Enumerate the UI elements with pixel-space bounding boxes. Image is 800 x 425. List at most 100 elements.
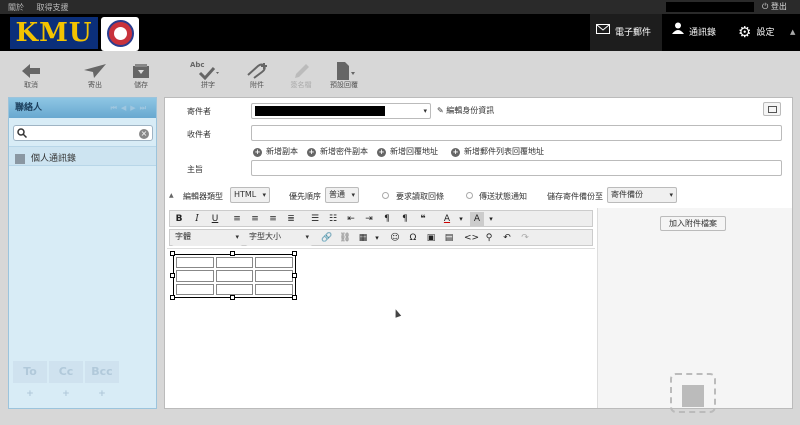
add-to-button[interactable]: To+ — [13, 361, 47, 399]
align-center-icon[interactable]: ≡ — [248, 212, 262, 226]
redo-icon[interactable]: ↷ — [518, 231, 532, 245]
resize-handle[interactable] — [170, 273, 175, 278]
send-button[interactable]: 寄出 — [78, 62, 112, 90]
compose-options: ▲ 編輯器類型 HTML 優先順序 普通 要求讀取回條 傳送狀態通知 儲存寄件備… — [165, 186, 792, 206]
nav-settings[interactable]: ⚙ 設定 — [732, 14, 790, 51]
outdent-icon[interactable]: ⇤ — [344, 212, 358, 226]
rtl-icon[interactable]: ¶ — [398, 212, 412, 226]
link-icon[interactable]: 🔗 — [320, 231, 334, 245]
subject-input[interactable] — [251, 160, 782, 176]
resize-handle[interactable] — [230, 295, 235, 300]
add-attachment-button[interactable]: 加入附件檔案 — [660, 216, 726, 231]
clear-search-icon[interactable]: × — [139, 129, 149, 139]
contacts-pane-title: 聯絡人 — [15, 103, 43, 113]
resize-handle[interactable] — [292, 295, 297, 300]
bold-icon[interactable]: B — [172, 212, 186, 226]
person-icon — [672, 14, 684, 51]
message-body-editor[interactable] — [167, 248, 595, 408]
bullet-list-icon[interactable]: ☰ — [308, 212, 322, 226]
background-color-dropdown-icon[interactable]: ▾ — [484, 212, 498, 226]
priority-label: 優先順序 — [289, 192, 321, 201]
resize-handle[interactable] — [292, 251, 297, 256]
plus-icon: + — [377, 148, 386, 157]
font-size-select[interactable]: 字型大小 — [246, 230, 312, 246]
add-followup-to-link[interactable]: + 新增郵件列表回覆地址 — [451, 146, 544, 157]
add-reply-to-link[interactable]: + 新增回覆地址 — [377, 146, 438, 157]
address-book-item[interactable]: 個人通訊錄 — [9, 146, 156, 166]
table-icon[interactable]: ▦ — [356, 231, 370, 245]
pager-arrows-icon[interactable]: ⏮◀▶⏭ — [111, 98, 150, 118]
header-collapse-icon[interactable]: ▲ — [790, 28, 795, 36]
resize-handle[interactable] — [170, 251, 175, 256]
signature-button[interactable]: 簽名檔 — [284, 62, 318, 90]
add-followup-to-text: 新增郵件列表回覆地址 — [464, 147, 544, 156]
resize-handle[interactable] — [292, 273, 297, 278]
image-icon[interactable]: ▣ — [424, 231, 438, 245]
underline-icon[interactable]: U — [208, 212, 222, 226]
source-code-icon[interactable]: <> — [464, 231, 479, 245]
logout-button[interactable]: ⏻ 登出 — [762, 1, 787, 12]
preset-reply-button[interactable]: 預設回覆 — [324, 62, 364, 90]
collapse-options-icon[interactable]: ▲ — [169, 192, 174, 199]
text-color-icon[interactable]: A — [440, 212, 454, 226]
media-icon[interactable]: ▤ — [442, 231, 456, 245]
contacts-search-input[interactable]: × — [13, 125, 153, 141]
align-left-icon[interactable]: ≡ — [230, 212, 244, 226]
paperclip-icon — [240, 62, 274, 80]
editor-type-label: 編輯器類型 — [183, 192, 223, 201]
nav-mail-label: 電子郵件 — [615, 28, 652, 38]
resize-handle[interactable] — [230, 251, 235, 256]
nav-contacts[interactable]: 通訊錄 — [666, 14, 730, 51]
add-bcc-button[interactable]: Bcc+ — [85, 361, 119, 399]
blockquote-icon[interactable]: ❝ — [416, 212, 430, 226]
send-label: 寄出 — [88, 81, 102, 89]
spell-check-button[interactable]: Abc 拼字 — [188, 61, 228, 90]
attachment-drop-zone[interactable] — [670, 373, 716, 413]
inserted-table[interactable] — [173, 254, 296, 298]
cancel-button[interactable]: 取消 — [14, 62, 48, 90]
attach-button[interactable]: 附件 — [240, 62, 274, 90]
about-link[interactable]: 關於 — [8, 3, 24, 12]
store-folder-select[interactable]: 寄件備份 — [607, 187, 677, 203]
nav-mail[interactable]: 電子郵件 — [590, 14, 662, 51]
plus-icon: + — [451, 148, 460, 157]
indent-icon[interactable]: ⇥ — [362, 212, 376, 226]
ltr-icon[interactable]: ¶ — [380, 212, 394, 226]
resize-handle[interactable] — [170, 295, 175, 300]
text-color-dropdown-icon[interactable]: ▾ — [454, 212, 468, 226]
attachments-panel: 加入附件檔案 — [597, 208, 792, 413]
italic-icon[interactable]: I — [190, 212, 204, 226]
envelope-icon — [596, 14, 610, 51]
save-button[interactable]: 儲存 — [124, 62, 158, 90]
emoticon-icon[interactable]: ☺ — [388, 231, 402, 245]
find-replace-icon[interactable]: ⚲ — [482, 231, 496, 245]
dsn-checkbox[interactable] — [466, 192, 473, 199]
editor-type-select[interactable]: HTML — [230, 187, 270, 203]
from-select[interactable] — [251, 103, 431, 119]
numbered-list-icon[interactable]: ☷ — [326, 212, 340, 226]
table-dropdown-icon[interactable]: ▾ — [370, 231, 384, 245]
priority-select[interactable]: 普通 — [325, 187, 359, 203]
background-color-icon[interactable]: A — [470, 212, 484, 226]
kmu-logo: KMU — [10, 17, 98, 49]
to-input[interactable] — [251, 125, 782, 141]
font-size-value: 字型大小 — [249, 232, 281, 241]
font-family-select[interactable]: 字體 — [172, 230, 242, 246]
mdn-checkbox[interactable] — [382, 192, 389, 199]
subject-label: 主旨 — [187, 165, 203, 174]
from-label: 寄件者 — [187, 107, 211, 116]
align-justify-icon[interactable]: ≣ — [284, 212, 298, 226]
undo-icon[interactable]: ↶ — [500, 231, 514, 245]
popout-window-icon[interactable] — [763, 102, 781, 116]
spell-abbr-label: Abc — [190, 61, 205, 69]
priority-value: 普通 — [329, 190, 345, 199]
address-book-label: 個人通訊錄 — [31, 154, 77, 164]
add-bcc-link[interactable]: + 新增密件副本 — [307, 146, 368, 157]
special-char-icon[interactable]: Ω — [406, 231, 420, 245]
support-link[interactable]: 取得支援 — [37, 3, 69, 12]
align-right-icon[interactable]: ≡ — [266, 212, 280, 226]
edit-identity-link[interactable]: ✎ 編輯身份資訊 — [437, 105, 494, 116]
unlink-icon[interactable]: ⛓ — [338, 231, 352, 245]
add-cc-link[interactable]: + 新增副本 — [253, 146, 298, 157]
add-cc-button[interactable]: Cc+ — [49, 361, 83, 399]
